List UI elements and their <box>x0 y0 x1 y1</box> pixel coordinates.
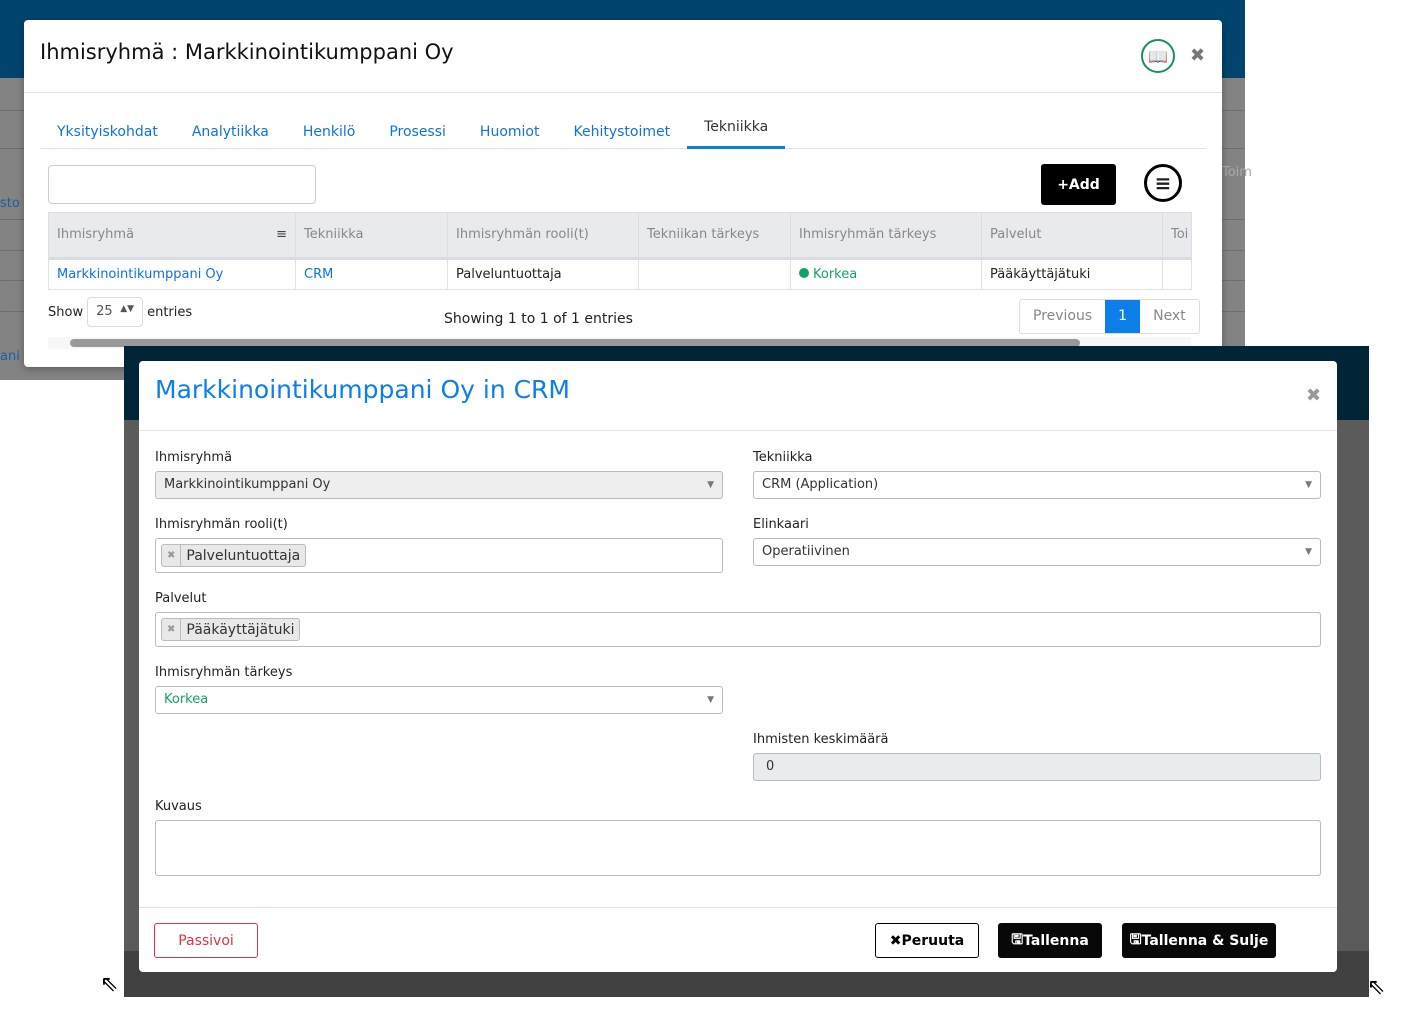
mouse-cursor-icon: ⇖ <box>100 972 119 997</box>
page-1-button[interactable]: 1 <box>1105 300 1141 333</box>
background-text: sto <box>0 196 20 211</box>
column-header[interactable]: Ihmisryhmän rooli(t) <box>447 212 639 260</box>
save-icon: 🖫 <box>1129 931 1142 948</box>
ihmisryhma-select[interactable]: Markkinointikumppani Oy ▼ <box>155 471 723 499</box>
remove-tag-icon[interactable]: ✖ <box>162 619 182 640</box>
close-icon[interactable]: ✖ <box>1190 45 1205 66</box>
cell <box>1162 258 1192 290</box>
filter-icon[interactable]: ≡ <box>276 227 287 243</box>
palvelut-multiselect[interactable]: ✖ Pääkäyttäjätuki <box>155 612 1321 647</box>
close-icon[interactable]: ✖ <box>1306 385 1321 406</box>
tab-huomiot[interactable]: Huomiot <box>463 117 557 148</box>
field-label: Ihmisten keskimäärä <box>753 732 889 747</box>
tab-bar: Yksityiskohdat Analytiikka Henkilö Prose… <box>40 112 1206 149</box>
background-text: Toim <box>1222 165 1252 180</box>
passivoi-button[interactable]: Passivoi <box>154 923 258 958</box>
remove-tag-icon[interactable]: ✖ <box>162 545 182 566</box>
modal-title: Ihmisryhmä : Markkinointikumppani Oy <box>40 40 454 64</box>
tag: ✖ Palveluntuottaja <box>161 544 307 567</box>
entries-label: entries <box>147 304 193 320</box>
importance-cell: Korkea <box>790 258 982 290</box>
column-menu-icon[interactable]: ≡ <box>1144 164 1182 202</box>
tekniikka-select[interactable]: CRM (Application) ▼ <box>753 471 1321 499</box>
background-text: ani <box>0 349 20 364</box>
save-close-button[interactable]: 🖫 Tallenna & Sulje <box>1122 923 1276 958</box>
column-header[interactable]: Tekniikka <box>295 212 448 260</box>
tekniikka-link[interactable]: CRM <box>295 258 448 290</box>
status-dot-icon <box>799 268 809 278</box>
page-length: Show 25 ▲▼ entries <box>48 297 192 327</box>
rooli-multiselect[interactable]: ✖ Palveluntuottaja <box>155 538 723 573</box>
tarkeys-select[interactable]: Korkea ▼ <box>155 686 723 714</box>
elinkaari-select[interactable]: Operatiivinen ▼ <box>753 538 1321 566</box>
column-header[interactable]: Palvelut <box>981 212 1163 260</box>
search-input[interactable] <box>48 165 316 204</box>
edit-modal: Markkinointikumppani Oy in CRM ✖ Ihmisry… <box>139 361 1337 972</box>
column-header[interactable]: Tekniikan tärkeys <box>638 212 791 260</box>
table-row: Markkinointikumppani Oy CRM Palveluntuot… <box>48 258 1192 290</box>
save-button[interactable]: 🖫 Tallenna <box>998 923 1102 958</box>
page-size-select[interactable]: 25 ▲▼ <box>87 297 144 327</box>
field-label: Ihmisryhmä <box>155 450 233 465</box>
add-button[interactable]: +Add <box>1041 164 1116 205</box>
field-label: Kuvaus <box>155 799 202 814</box>
field-label: Ihmisryhmän rooli(t) <box>155 517 288 532</box>
ihmisryhma-link[interactable]: Markkinointikumppani Oy <box>48 258 296 290</box>
kuvaus-textarea[interactable] <box>155 820 1321 876</box>
save-icon: 🖫 <box>1011 931 1024 948</box>
cancel-button[interactable]: ✖ Peruuta <box>875 923 979 958</box>
field-label: Elinkaari <box>753 517 809 532</box>
ihmisryhma-modal: Ihmisryhmä : Markkinointikumppani Oy 📖 ✖… <box>24 20 1222 367</box>
cell: Palveluntuottaja <box>447 258 639 290</box>
tab-tekniikka[interactable]: Tekniikka <box>687 112 786 149</box>
cell <box>638 258 791 290</box>
column-header[interactable]: Toi <box>1162 212 1192 260</box>
tekniikka-table: Ihmisryhmä ≡ Tekniikka Ihmisryhmän rooli(… <box>48 212 1192 290</box>
keskimaara-input[interactable]: 0 <box>753 753 1321 781</box>
field-label: Tekniikka <box>753 450 813 465</box>
tab-yksityiskohdat[interactable]: Yksityiskohdat <box>40 117 175 148</box>
previous-button[interactable]: Previous <box>1020 300 1105 333</box>
column-header[interactable]: Ihmisryhmän tärkeys <box>790 212 982 260</box>
tag: ✖ Pääkäyttäjätuki <box>161 618 301 641</box>
table-info: Showing 1 to 1 of 1 entries <box>444 311 633 327</box>
show-label: Show <box>48 304 84 320</box>
tab-henkilo[interactable]: Henkilö <box>286 117 372 148</box>
tab-analytiikka[interactable]: Analytiikka <box>175 117 286 148</box>
field-label: Ihmisryhmän tärkeys <box>155 665 293 680</box>
mouse-cursor-icon: ⇖ <box>1367 975 1386 1000</box>
modal-title: Markkinointikumppani Oy in CRM <box>155 375 571 404</box>
tab-kehitystoimet[interactable]: Kehitystoimet <box>556 117 687 148</box>
tab-prosessi[interactable]: Prosessi <box>372 117 463 148</box>
book-icon[interactable]: 📖 <box>1141 39 1175 73</box>
field-label: Palvelut <box>155 591 207 606</box>
pagination: Previous 1 Next <box>1019 299 1200 334</box>
cell: Pääkäyttäjätuki <box>981 258 1163 290</box>
close-icon: ✖ <box>889 932 902 949</box>
column-header[interactable]: Ihmisryhmä ≡ <box>48 212 296 260</box>
next-button[interactable]: Next <box>1140 300 1199 333</box>
